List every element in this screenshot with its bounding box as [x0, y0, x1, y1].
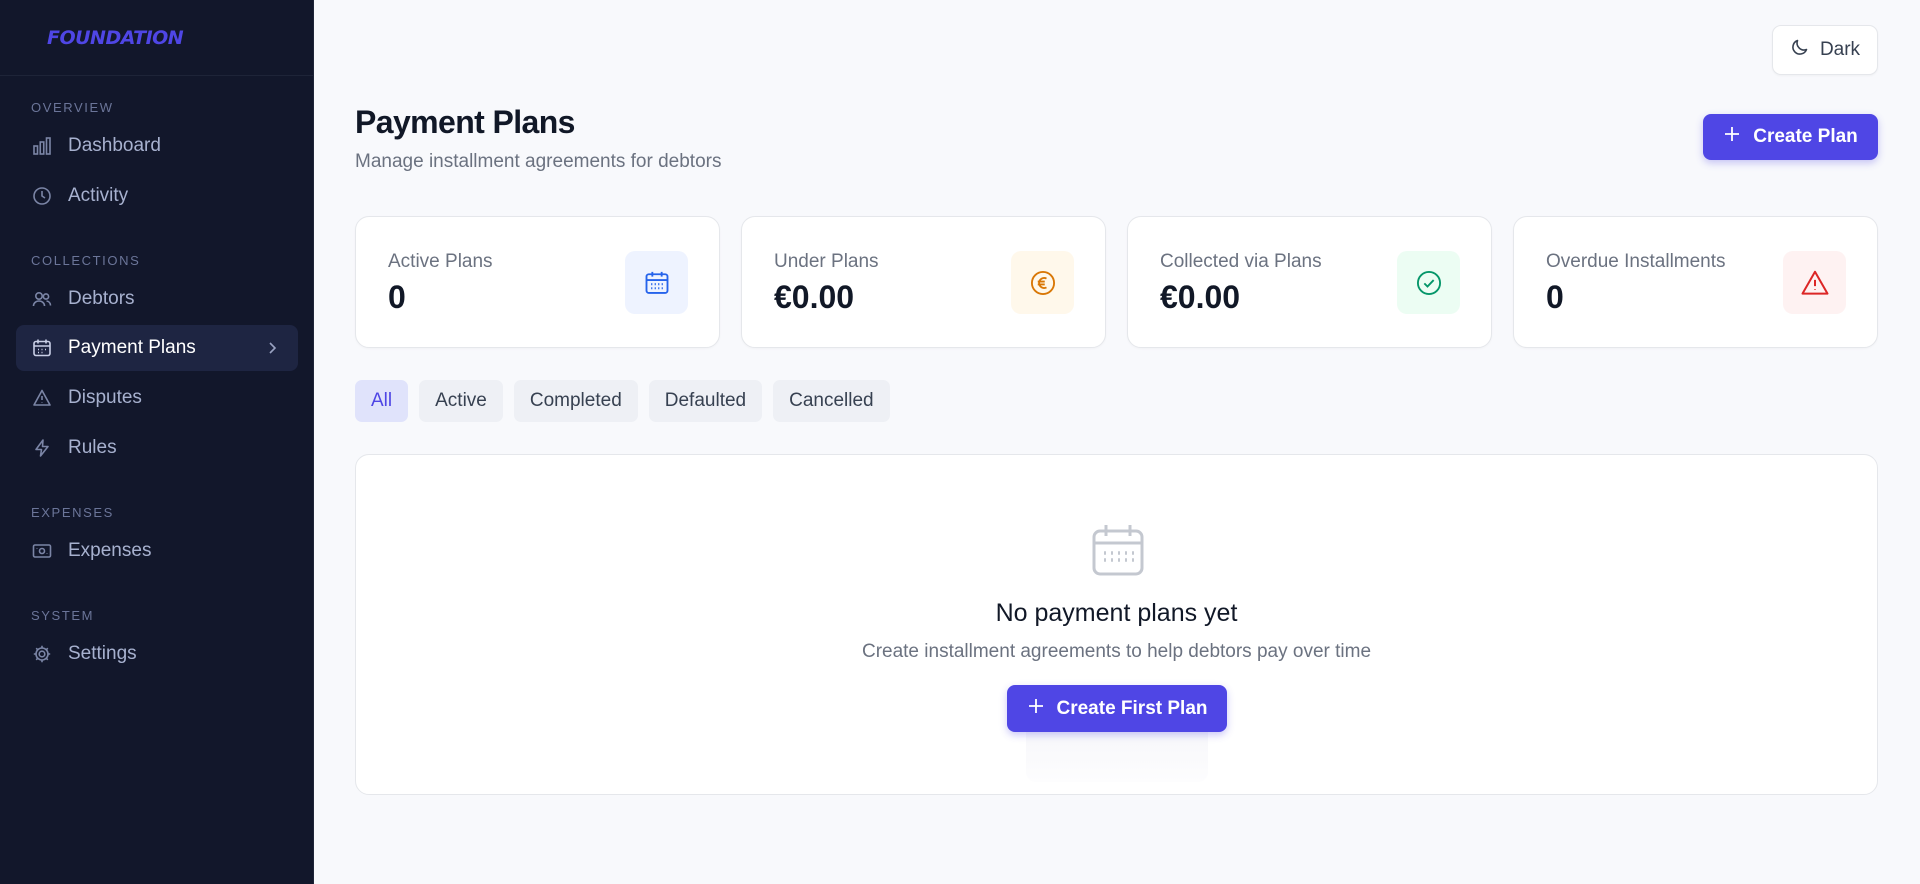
tab-completed[interactable]: Completed — [513, 380, 638, 422]
sidebar-item-activity[interactable]: Activity — [16, 173, 298, 219]
stat-card-active-plans: Active Plans 0 — [355, 216, 720, 348]
lightning-icon — [32, 438, 52, 458]
create-plan-button[interactable]: Create Plan — [1703, 114, 1878, 160]
moon-icon — [1790, 37, 1810, 63]
warning-icon — [32, 388, 52, 408]
tab-defaulted[interactable]: Defaulted — [648, 380, 763, 422]
page-subtitle: Manage installment agreements for debtor… — [355, 151, 722, 172]
calendar-icon — [625, 251, 688, 314]
section-label-collections: COLLECTIONS — [31, 253, 141, 268]
receipt-icon — [32, 541, 52, 561]
euro-icon — [1011, 251, 1074, 314]
plus-icon — [1723, 125, 1741, 149]
bar-chart-icon — [32, 136, 52, 156]
sidebar-item-dashboard[interactable]: Dashboard — [16, 123, 298, 169]
chevron-right-icon — [262, 338, 282, 358]
theme-toggle-label: Dark — [1819, 39, 1861, 60]
sidebar-item-label: Dashboard — [68, 135, 161, 156]
stat-label: Active Plans — [388, 251, 493, 272]
stat-value: €0.00 — [1160, 279, 1241, 315]
create-plan-label: Create Plan — [1753, 126, 1858, 147]
page-title: Payment Plans — [355, 104, 575, 140]
empty-state-subtitle: Create installment agreements to help de… — [861, 641, 1372, 662]
brand-logo[interactable]: FOUNDATION — [0, 0, 313, 76]
plus-icon — [1027, 697, 1045, 721]
calendar-icon — [32, 338, 52, 358]
section-label-system: SYSTEM — [31, 608, 95, 623]
theme-toggle-button[interactable]: Dark — [1772, 25, 1878, 75]
sidebar-item-expenses[interactable]: Expenses — [16, 528, 298, 574]
clock-icon — [32, 186, 52, 206]
create-first-plan-label: Create First Plan — [1056, 697, 1208, 719]
empty-state-title: No payment plans yet — [995, 599, 1238, 627]
sidebar-item-label: Debtors — [68, 288, 135, 309]
brand-name: FOUNDATION — [47, 26, 184, 49]
check-circle-icon — [1397, 251, 1460, 314]
sidebar-item-label: Settings — [68, 643, 137, 664]
sidebar-item-rules[interactable]: Rules — [16, 425, 298, 471]
calendar-icon — [1090, 522, 1146, 578]
tab-cancelled[interactable]: Cancelled — [773, 380, 890, 422]
empty-state-panel: No payment plans yet Create installment … — [355, 454, 1878, 795]
sidebar-item-label: Expenses — [68, 540, 152, 561]
button-shadow — [1026, 732, 1208, 782]
sidebar-item-debtors[interactable]: Debtors — [16, 276, 298, 322]
sidebar-item-label: Rules — [68, 437, 117, 458]
sidebar-item-settings[interactable]: Settings — [16, 631, 298, 677]
sidebar-item-payment-plans[interactable]: Payment Plans — [16, 325, 298, 371]
stat-value: €0.00 — [774, 279, 855, 315]
stat-card-under-plans: Under Plans €0.00 — [741, 216, 1106, 348]
stat-card-overdue-installments: Overdue Installments 0 — [1513, 216, 1878, 348]
sidebar-item-label: Activity — [68, 185, 129, 206]
stat-card-collected-via-plans: Collected via Plans €0.00 — [1127, 216, 1492, 348]
filter-tabs: All Active Completed Defaulted Cancelled — [355, 380, 890, 422]
sidebar: FOUNDATION OVERVIEW Dashboard Activity C… — [0, 0, 314, 884]
sidebar-item-disputes[interactable]: Disputes — [16, 375, 298, 421]
stat-label: Under Plans — [774, 251, 879, 272]
users-icon — [32, 289, 52, 309]
create-first-plan-button[interactable]: Create First Plan — [1007, 685, 1227, 732]
tab-all[interactable]: All — [355, 380, 409, 422]
gear-icon — [32, 644, 52, 664]
stat-value: 0 — [388, 279, 406, 315]
section-label-expenses: EXPENSES — [31, 505, 114, 520]
stat-label: Collected via Plans — [1160, 251, 1322, 272]
stat-value: 0 — [1546, 279, 1564, 315]
alert-triangle-icon — [1783, 251, 1846, 314]
tab-active[interactable]: Active — [419, 380, 503, 422]
section-label-overview: OVERVIEW — [31, 100, 114, 115]
sidebar-item-label: Payment Plans — [68, 337, 196, 358]
sidebar-item-label: Disputes — [68, 387, 142, 408]
stat-label: Overdue Installments — [1546, 251, 1726, 272]
